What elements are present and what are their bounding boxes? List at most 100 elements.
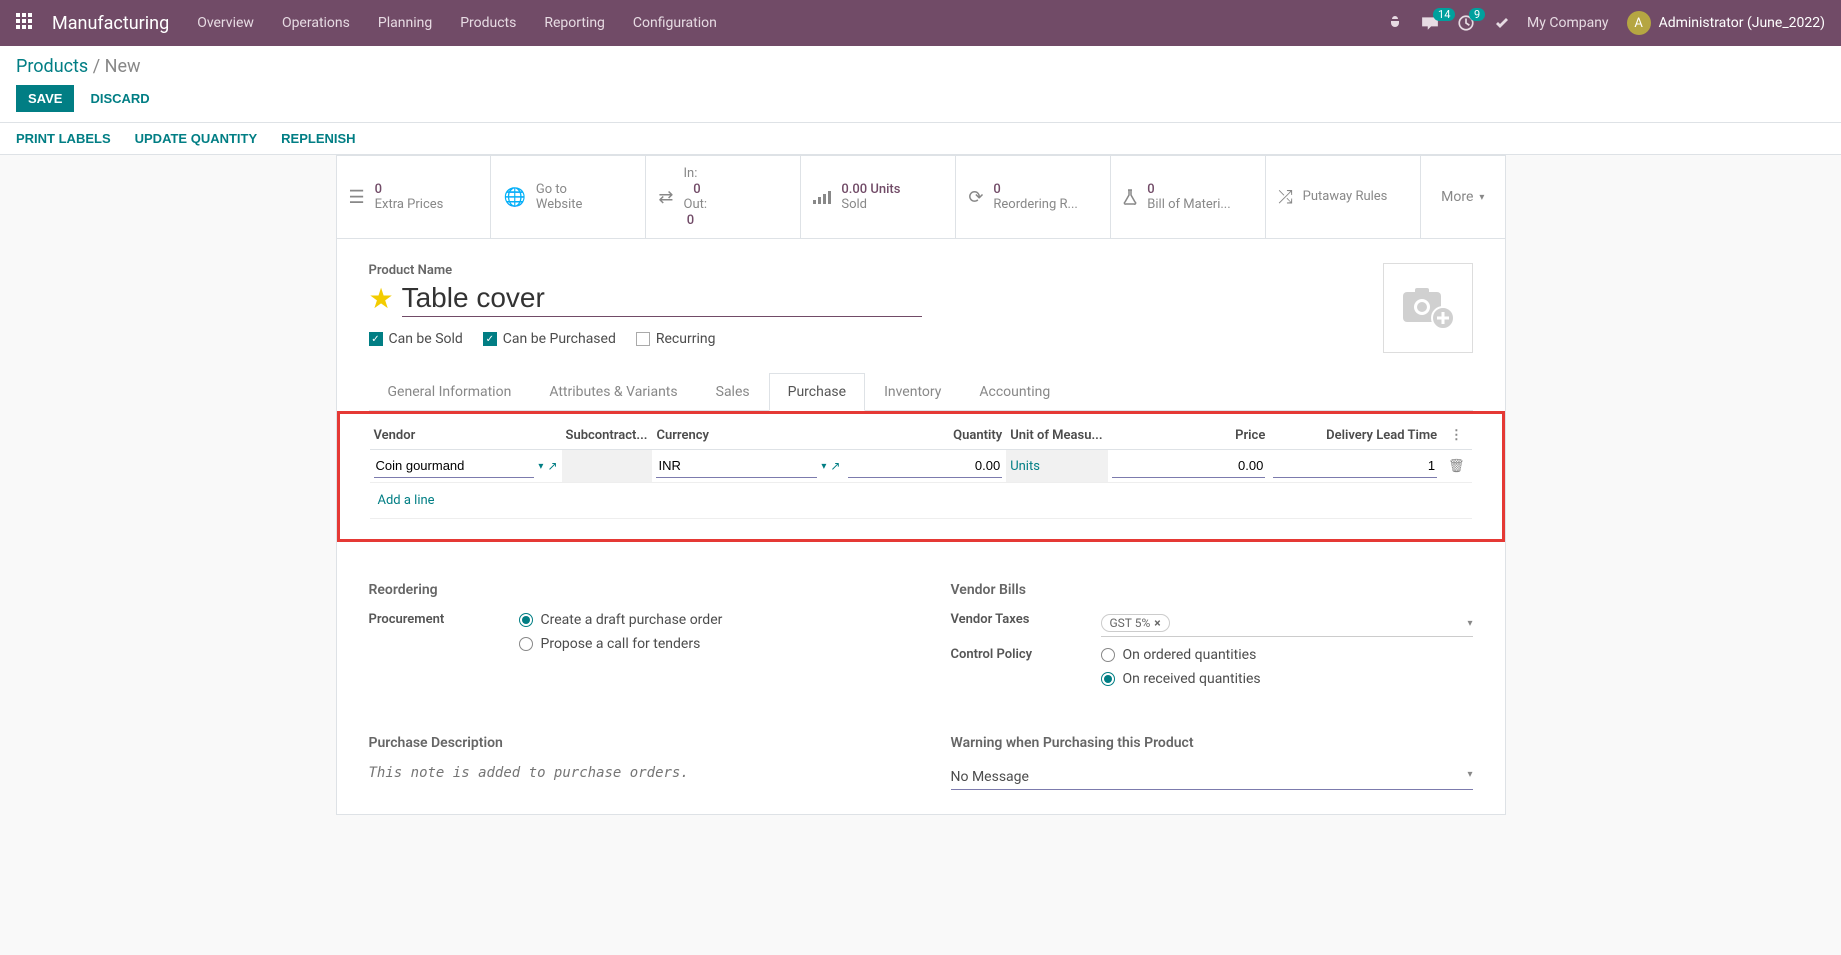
user-name: Administrator (June_2022) (1659, 15, 1825, 31)
procurement-label: Procurement (369, 612, 519, 660)
bug-icon[interactable] (1387, 15, 1403, 31)
control-bar: Products / New SAVE DISCARD (0, 46, 1841, 123)
list-icon: ☰ (349, 187, 365, 208)
product-name-input[interactable] (402, 280, 922, 317)
shuffle-icon: ⤮ (1278, 187, 1292, 208)
save-button[interactable]: SAVE (16, 85, 74, 112)
nav-planning[interactable]: Planning (378, 15, 432, 31)
external-link-icon[interactable]: ↗ (830, 459, 840, 473)
user-menu[interactable]: A Administrator (June_2022) (1627, 11, 1825, 35)
vendor-taxes-input[interactable]: GST 5% × ▾ (1101, 612, 1473, 637)
dropdown-icon[interactable]: ▾ (821, 461, 826, 472)
external-link-icon[interactable]: ↗ (547, 459, 557, 473)
nav-products[interactable]: Products (460, 15, 516, 31)
vendor-highlight-box: Vendor Subcontract... Currency Quantity … (337, 411, 1505, 542)
vendor-input[interactable] (374, 454, 535, 478)
vendor-taxes-label: Vendor Taxes (951, 612, 1101, 637)
purchase-desc-title: Purchase Description (369, 735, 891, 751)
favorite-star-icon[interactable]: ★ (369, 282, 394, 315)
flask-icon (1123, 189, 1137, 205)
vendor-row: ▾ ↗ ▾ ↗ (370, 450, 1472, 483)
lead-time-input[interactable] (1273, 454, 1437, 478)
stat-putaway[interactable]: ⤮ Putaway Rules (1266, 156, 1421, 238)
vendor-table: Vendor Subcontract... Currency Quantity … (370, 422, 1472, 519)
product-image-upload[interactable] (1383, 263, 1473, 353)
nav-reporting[interactable]: Reporting (544, 15, 605, 31)
stat-more[interactable]: More ▾ (1421, 156, 1504, 238)
activities-icon[interactable]: 9 (1457, 14, 1475, 32)
procurement-draft-radio[interactable]: Create a draft purchase order (519, 612, 891, 628)
price-input[interactable] (1112, 454, 1266, 478)
nav-menu: Overview Operations Planning Products Re… (197, 15, 717, 31)
add-line-button[interactable]: Add a line (374, 487, 439, 514)
col-vendor: Vendor (370, 422, 562, 450)
messages-badge: 14 (1433, 8, 1455, 21)
refresh-icon: ⟳ (968, 187, 983, 208)
avatar: A (1627, 11, 1651, 35)
tab-sales[interactable]: Sales (697, 373, 769, 411)
dropdown-icon[interactable]: ▾ (1467, 618, 1472, 629)
control-received-radio[interactable]: On received quantities (1101, 671, 1473, 687)
breadcrumb-root[interactable]: Products (16, 56, 88, 77)
nav-operations[interactable]: Operations (282, 15, 350, 31)
tab-attributes[interactable]: Attributes & Variants (530, 373, 696, 411)
warning-title: Warning when Purchasing this Product (951, 735, 1473, 751)
delete-row-icon[interactable]: 🗑 (1448, 459, 1465, 474)
chevron-down-icon: ▾ (1479, 192, 1484, 203)
discard-button[interactable]: DISCARD (90, 91, 149, 106)
bars-icon (813, 190, 831, 204)
checkbox-icon: ✓ (369, 332, 383, 346)
tabs: General Information Attributes & Variant… (369, 373, 1473, 411)
nav-configuration[interactable]: Configuration (633, 15, 717, 31)
replenish-button[interactable]: REPLENISH (281, 131, 355, 146)
col-quantity: Quantity (844, 422, 1006, 450)
control-ordered-radio[interactable]: On ordered quantities (1101, 647, 1473, 663)
print-labels-button[interactable]: PRINT LABELS (16, 131, 111, 146)
procurement-tender-radio[interactable]: Propose a call for tenders (519, 636, 891, 652)
currency-input[interactable] (656, 454, 817, 478)
messages-icon[interactable]: 14 (1421, 14, 1439, 32)
subcontract-cell[interactable] (562, 450, 653, 483)
col-currency: Currency (652, 422, 844, 450)
top-nav: Manufacturing Overview Operations Planni… (0, 0, 1841, 46)
stat-bom[interactable]: 0Bill of Materi... (1111, 156, 1266, 238)
tab-accounting[interactable]: Accounting (960, 373, 1069, 411)
can-be-purchased-checkbox[interactable]: ✓ Can be Purchased (483, 331, 616, 347)
app-title[interactable]: Manufacturing (52, 13, 169, 34)
stat-transfers[interactable]: ⇄ In: 0 Out: 0 (646, 156, 801, 238)
apps-icon[interactable] (16, 13, 36, 33)
breadcrumb-sep: / (93, 56, 105, 77)
nav-overview[interactable]: Overview (197, 15, 254, 31)
breadcrumb-current: New (105, 56, 141, 77)
stat-extra-prices[interactable]: ☰ 0Extra Prices (337, 156, 492, 238)
control-policy-label: Control Policy (951, 647, 1101, 695)
stat-row: ☰ 0Extra Prices 🌐 Go toWebsite ⇄ In: 0 O… (337, 156, 1505, 239)
activities-badge: 9 (1469, 8, 1485, 21)
purchase-desc-input[interactable] (369, 765, 891, 781)
company-switcher[interactable]: My Company (1527, 15, 1609, 31)
radio-icon (1101, 648, 1115, 662)
dropdown-icon[interactable]: ▾ (538, 461, 543, 472)
uom-cell[interactable]: Units (1006, 450, 1107, 483)
col-subcontract: Subcontract... (562, 422, 653, 450)
recurring-checkbox[interactable]: Recurring (636, 331, 716, 347)
remove-tag-icon[interactable]: × (1154, 616, 1160, 630)
tools-icon[interactable] (1493, 15, 1509, 31)
stat-sold[interactable]: 0.00 UnitsSold (801, 156, 956, 238)
stat-reordering[interactable]: ⟳ 0Reordering R... (956, 156, 1111, 238)
update-quantity-button[interactable]: UPDATE QUANTITY (135, 131, 258, 146)
warning-select[interactable]: No Message ▾ (951, 765, 1473, 790)
action-bar: PRINT LABELS UPDATE QUANTITY REPLENISH (0, 123, 1841, 155)
button-row: SAVE DISCARD (16, 85, 1825, 112)
quantity-input[interactable] (848, 454, 1002, 478)
columns-menu-icon[interactable]: ⋮ (1450, 428, 1463, 443)
stat-website[interactable]: 🌐 Go toWebsite (491, 156, 646, 238)
can-be-sold-checkbox[interactable]: ✓ Can be Sold (369, 331, 463, 347)
tab-purchase[interactable]: Purchase (769, 373, 865, 411)
radio-icon (519, 613, 533, 627)
form-sheet: ☰ 0Extra Prices 🌐 Go toWebsite ⇄ In: 0 O… (336, 155, 1506, 815)
tab-inventory[interactable]: Inventory (865, 373, 960, 411)
tab-general[interactable]: General Information (369, 373, 531, 411)
radio-icon (519, 637, 533, 651)
reordering-title: Reordering (369, 582, 891, 598)
